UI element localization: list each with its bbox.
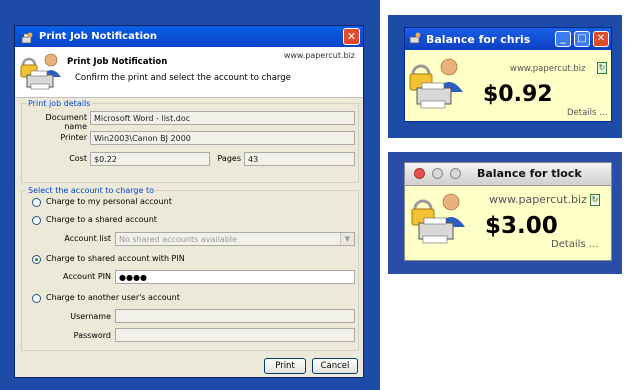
minimize-button[interactable]: _ — [555, 31, 571, 47]
dialog-title: Print Job Notification — [39, 31, 158, 42]
personal-account-label[interactable]: Charge to my personal account — [46, 197, 172, 206]
password-label: Password — [73, 331, 111, 340]
details-link[interactable]: Details ... — [551, 239, 598, 250]
close-icon: ✕ — [346, 30, 357, 43]
pages-field: 43 — [244, 152, 355, 166]
print-button[interactable]: Print — [264, 358, 306, 374]
maximize-button[interactable]: □ — [574, 31, 590, 47]
cost-label: Cost — [69, 154, 87, 163]
header-url: www.papercut.biz — [283, 51, 355, 60]
minimize-icon: _ — [560, 33, 566, 44]
balance-url: www.papercut.biz — [510, 64, 586, 74]
print-job-dialog: Print Job Notification ✕ Print Job Notif… — [14, 25, 364, 378]
dialog-close-button[interactable]: ✕ — [343, 28, 360, 45]
shared-pin-label[interactable]: Charge to shared account with PIN — [46, 254, 185, 263]
shared-account-label[interactable]: Charge to a shared account — [46, 215, 157, 224]
printer-user-icon — [409, 189, 465, 247]
other-user-label[interactable]: Charge to another user's account — [46, 293, 180, 302]
balance-window-chris-titlebar: Balance for chris _ □ ✕ — [405, 28, 611, 50]
password-input[interactable] — [115, 328, 355, 342]
radio-selected-dot — [35, 258, 38, 261]
dialog-header: Print Job Notification Confirm the print… — [15, 47, 363, 98]
balance-window-chris-title: Balance for chris — [426, 32, 531, 46]
print-job-details-legend: Print job details — [28, 99, 91, 108]
username-input[interactable] — [115, 309, 355, 323]
account-list-label: Account list — [64, 234, 111, 243]
account-pin-input[interactable]: ●●●● — [115, 270, 355, 284]
username-label: Username — [70, 312, 111, 321]
refresh-icon[interactable]: ↻ — [590, 194, 600, 206]
chevron-down-icon[interactable]: ▼ — [340, 233, 354, 245]
balance-window-tlock-titlebar: Balance for tlock — [405, 163, 611, 186]
printer-user-icon — [19, 51, 63, 91]
dialog-titlebar: Print Job Notification ✕ — [15, 26, 363, 47]
other-user-radio[interactable] — [32, 294, 41, 303]
header-title: Print Job Notification — [67, 57, 168, 67]
printer-label: Printer — [60, 133, 87, 142]
maximize-icon: □ — [577, 33, 587, 44]
cost-field: $0.22 — [90, 152, 210, 166]
select-account-group: Select the account to charge to — [21, 186, 359, 351]
papercut-app-icon — [409, 30, 422, 49]
details-link[interactable]: Details ... — [567, 108, 607, 118]
balance-amount: $3.00 — [485, 213, 558, 239]
mac-minimize-button[interactable] — [432, 168, 443, 179]
printer-field: Win2003\Canon BJ 2000 — [90, 131, 355, 145]
refresh-icon[interactable]: ↻ — [597, 62, 607, 74]
select-account-legend: Select the account to charge to — [28, 186, 154, 195]
papercut-app-icon — [21, 30, 34, 44]
pages-label: Pages — [217, 154, 241, 163]
personal-account-radio[interactable] — [32, 198, 41, 207]
account-list-dropdown[interactable]: No shared accounts available ▼ — [115, 232, 355, 246]
balance-window-chris: Balance for chris _ □ ✕ www.papercut.biz… — [404, 27, 612, 122]
close-icon: ✕ — [596, 33, 606, 44]
balance-window-tlock-title: Balance for tlock — [477, 167, 582, 180]
balance-url: www.papercut.biz — [489, 193, 587, 206]
document-name-field: Microsoft Word - list.doc — [90, 111, 355, 125]
account-list-value: No shared accounts available — [119, 235, 237, 244]
mac-close-button[interactable] — [414, 168, 425, 179]
balance-amount: $0.92 — [483, 82, 553, 107]
shared-pin-radio[interactable] — [32, 255, 41, 264]
shared-account-radio[interactable] — [32, 216, 41, 225]
mac-zoom-button[interactable] — [450, 168, 461, 179]
printer-user-icon — [407, 54, 463, 112]
account-pin-label: Account PIN — [62, 272, 111, 281]
close-button[interactable]: ✕ — [593, 31, 609, 47]
header-subtitle: Confirm the print and select the account… — [75, 73, 291, 83]
document-name-label: Document name — [45, 113, 87, 131]
cancel-button[interactable]: Cancel — [312, 358, 358, 374]
balance-window-tlock: Balance for tlock www.papercut.biz ↻ $3.… — [404, 162, 612, 261]
